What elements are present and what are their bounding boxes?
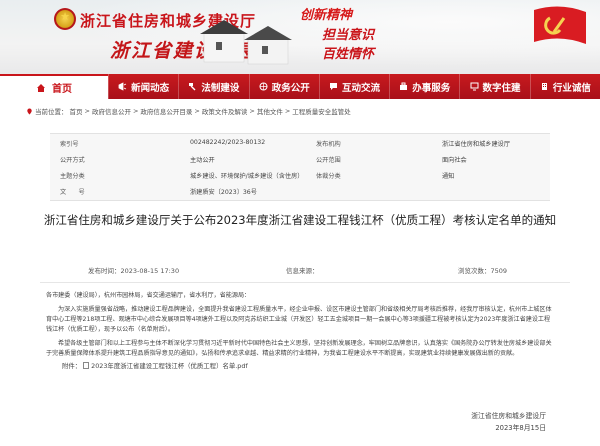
megaphone-icon [118,82,127,91]
nav-item-label: 数字住建 [482,82,521,94]
publish-time: 发布时间：2023-08-15 17:30 [88,265,179,275]
info-label: 公开范围 [316,157,341,164]
slogan-3: 百姓情怀 [322,47,375,62]
info-label: 主题分类 [60,173,85,180]
divider [40,282,570,283]
nav-item-label: 政务公开 [271,82,310,94]
slogan-2: 担当意识 [322,28,375,43]
info-label: 公开方式 [60,157,85,164]
nav-item-label: 法制建设 [201,82,240,94]
signature-org: 浙江省住房和城乡建设厅 [471,412,546,420]
building-icon [541,83,547,90]
nav-item-credit[interactable]: 行业诚信 [529,74,600,99]
nav-item-news[interactable]: 新闻动态 [108,74,178,99]
national-emblem-icon [54,8,76,30]
publish-time-label: 发布时间： [88,267,121,275]
nav-item-services[interactable]: 办事服务 [389,74,459,99]
info-label: 发布机构 [316,141,341,148]
info-row: 索引号 002482242/2023-80132 发布机构 浙江省住房和城乡建设… [50,139,550,150]
breadcrumb-separator: > [194,107,200,115]
body-paragraph: 希望各级主管部门和以上工程参与主体不断深化学习贯彻习近平新时代中国特色社会主义思… [46,339,552,357]
body-paragraph: 各市建委（建设局），杭州市园林局，省交通运输厅，省水利厅，省能源局： [46,292,251,299]
body-paragraph: 为深入实施质量强省战略，推动建设工程品牌建设，全面提升我省建设工程质量水平，经企… [46,305,552,333]
slogan-1: 创新精神 [300,8,353,23]
traditional-roofs-illustration [200,20,292,65]
main-nav: 首页 新闻动态 法制建设 政务公开 互动交流 办事服务 数字住建 行业诚信 [0,74,600,99]
info-label: 文 号 [60,189,85,196]
info-label: 索引号 [60,141,79,148]
breadcrumb-item-home[interactable]: 首页 [70,106,83,116]
file-icon [83,362,90,369]
nav-item-label: 办事服务 [412,82,451,94]
breadcrumb-item-other[interactable]: 其他文件 [257,106,283,116]
breadcrumb-separator: > [249,107,255,115]
info-value: 面向社会 [442,157,467,164]
party-flag-icon [534,6,586,45]
nav-item-gov-info[interactable]: 政务公开 [248,74,319,99]
doc-meta: 发布时间：2023-08-15 17:30 信息来源： 浏览次数：7509 [40,252,570,292]
page-title: 浙江省住房和城乡建设厅关于公布2023年度浙江省建设工程钱江杯（优质工程）考核认… [43,213,557,227]
breadcrumb: 当前位置： 首页 > 政府信息公开 > 政府信息公开目录 > 政策文件及解读 >… [26,104,586,118]
breadcrumb-item-policy[interactable]: 政策文件及解读 [202,106,248,116]
nav-item-interaction[interactable]: 互动交流 [318,74,389,99]
breadcrumb-separator: > [284,107,291,115]
publish-time-value: 2023-08-15 17:30 [120,267,180,275]
info-source: 信息来源： [286,265,319,275]
view-count-label: 浏览次数： [458,267,491,275]
view-count-value: 7509 [490,267,508,275]
info-value: 浙江省住房和城乡建设厅 [442,141,511,148]
info-row: 主题分类 城乡建设、环境保护/城乡建设（含住房） 体裁分类 通知 [50,171,550,182]
monitor-icon [470,82,479,91]
breadcrumb-prefix: 当前位置： [35,108,68,116]
gavel-icon [189,83,196,91]
globe-icon [259,82,268,91]
info-value: 浙建质安〔2023〕36号 [190,189,257,196]
info-value: 通知 [442,173,455,180]
nav-item-legal[interactable]: 法制建设 [178,74,248,99]
signature-date: 2023年8月15日 [495,424,546,432]
info-row: 公开方式 主动公开 公开范围 面向社会 [50,155,550,166]
breadcrumb-item-catalog[interactable]: 政府信息公开目录 [140,106,192,116]
attachment: 附件： 2023年度浙江省建设工程钱江杯（优质工程）名单.pdf [62,361,248,370]
breadcrumb-item-dept[interactable]: 工程质量安全监管处 [292,106,351,116]
nav-home-label: 首页 [52,84,72,95]
info-table: 索引号 002482242/2023-80132 发布机构 浙江省住房和城乡建设… [50,133,550,201]
signature: 浙江省住房和城乡建设厅 2023年8月15日 [471,410,546,434]
location-icon [27,108,32,114]
info-value: 002482242/2023-80132 [190,139,266,146]
document-body: 各市建委（建设局），杭州市园林局，省交通运输厅，省水利厅，省能源局： 为深入实施… [46,291,556,362]
chat-bubble-icon [329,83,337,90]
home-icon [37,83,45,92]
nav-item-label: 新闻动态 [131,82,170,94]
info-label: 体裁分类 [316,173,341,180]
breadcrumb-item-gov-info[interactable]: 政府信息公开 [92,106,131,116]
attachment-link[interactable]: 2023年度浙江省建设工程钱江杯（优质工程）名单.pdf [91,361,247,370]
nav-item-digital[interactable]: 数字住建 [459,74,529,99]
nav-item-label: 行业诚信 [552,82,591,94]
nav-item-label: 互动交流 [341,82,380,94]
info-value: 主动公开 [190,157,215,164]
view-count: 浏览次数：7509 [458,265,507,275]
info-value: 城乡建设、环境保护/城乡建设（含住房） [190,173,304,180]
briefcase-icon [400,82,408,90]
breadcrumb-separator: > [132,107,139,115]
nav-home[interactable]: 首页 [0,74,108,99]
breadcrumb-separator: > [84,107,90,115]
info-row: 文 号 浙建质安〔2023〕36号 [50,187,550,198]
attachment-label: 附件： [62,362,82,370]
header-banner: 浙江省住房和城乡建设厅 浙江省建设信息港 创新精神 担当意识 百姓情怀 [0,0,600,74]
info-source-label: 信息来源： [286,267,319,275]
